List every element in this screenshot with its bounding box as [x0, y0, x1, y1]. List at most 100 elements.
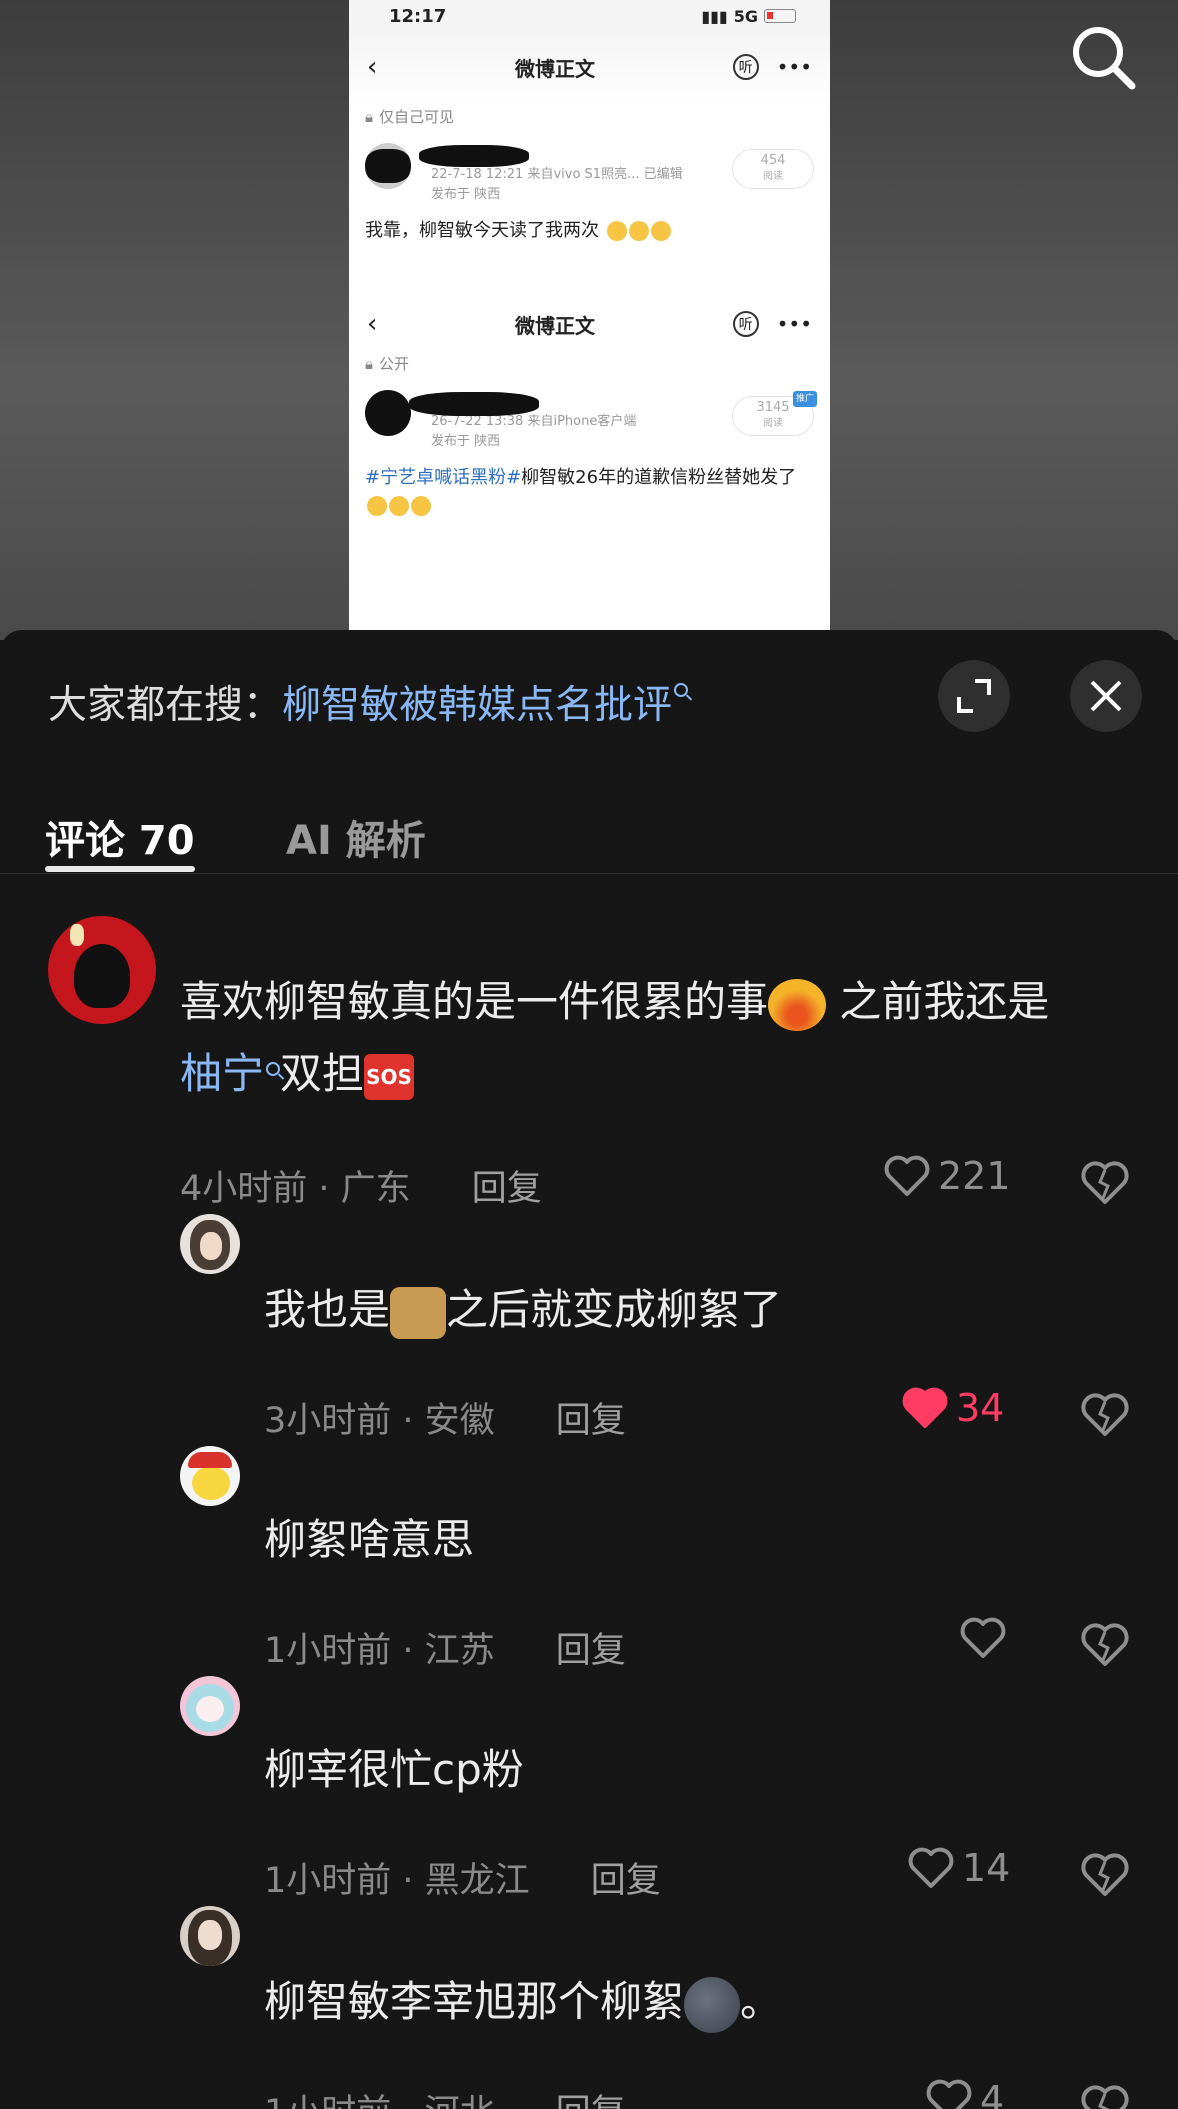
expand-icon [957, 679, 991, 713]
avatar[interactable] [48, 916, 156, 1024]
post-author: 22-7-18 12:21 来自vivo S1照亮... 已编辑 发布于 陕西 … [349, 131, 830, 213]
signal-icon: ▮▮▮ [701, 6, 728, 26]
embedded-screenshot[interactable]: 12:17 ▮▮▮ 5G ‹ 微博正文 听 ••• 🔒︎ 仅自己可见 22-7-… [349, 0, 830, 630]
doge-emoji-icon [390, 1286, 447, 1339]
post-body: 柳智敏26年的道歉信粉丝替她发了 [521, 467, 797, 488]
post-author: 26-7-22 13:38 来自iPhone客户端 发布于 陕西 3145 阅读… [349, 378, 830, 460]
moon-face-emoji-icon [684, 1976, 741, 2033]
comment-time-location: 3小时前 · 安徽 [264, 1401, 495, 1441]
views-label: 阅读 [763, 171, 783, 182]
post-location: 发布于 陕西 [431, 434, 501, 449]
comment-meta: 4小时前 · 广东 回复 [180, 1160, 542, 1211]
avatar[interactable] [365, 390, 411, 436]
like-count: 4 [980, 2078, 1005, 2109]
reply-button[interactable]: 回复 [556, 1631, 626, 1671]
redaction-scribble [409, 392, 539, 416]
avatar[interactable] [180, 1906, 240, 1966]
comment-text-part: 柳絮啥意思 [264, 1515, 475, 1564]
avatar[interactable] [180, 1676, 240, 1736]
post-meta: 22-7-18 12:21 来自vivo S1照亮... 已编辑 发布于 陕西 [431, 165, 683, 205]
dislike-icon[interactable] [1080, 1390, 1130, 1440]
reply-button[interactable]: 回复 [591, 1861, 661, 1901]
comment-text-part: 喜欢柳智敏真的是一件很累的事 [180, 977, 769, 1026]
like-button[interactable]: 221 [884, 1154, 1011, 1198]
listen-icon[interactable]: 听 [732, 54, 759, 80]
comment-time-location: 4小时前 · 广东 [180, 1169, 411, 1209]
listen-icon[interactable]: 听 [732, 311, 759, 337]
promo-badge: 推广 [792, 391, 817, 407]
comment-time-location: 1小时前 · 江苏 [264, 1631, 495, 1671]
expand-button[interactable] [938, 660, 1010, 732]
sos-emoji-icon: SOS [364, 1053, 415, 1100]
dislike-icon[interactable] [1080, 1850, 1130, 1900]
comment-text-part: 之前我还是 [826, 977, 1050, 1026]
trending-keyword-link[interactable]: 柳智敏被韩媒点名批评 [282, 674, 672, 730]
dislike-icon[interactable] [1080, 1158, 1130, 1208]
avatar[interactable] [365, 143, 411, 189]
kiss-emoji-icon [768, 978, 827, 1031]
comment-text: 柳絮啥意思 [264, 1504, 474, 1576]
lock-icon: 🔒︎ [365, 354, 373, 373]
grin-emoji-icon [389, 496, 409, 516]
post-header: ‹ 微博正文 听 ••• [349, 32, 830, 102]
visibility-text: 仅自己可见 [378, 108, 454, 126]
network-label: 5G [733, 6, 758, 26]
tab-comments[interactable]: 评论 70 [45, 808, 195, 866]
more-icon[interactable]: ••• [777, 312, 812, 336]
comment-text-part: 。 [740, 1977, 783, 2026]
tab-ai-analysis[interactable]: AI 解析 [286, 808, 426, 866]
trending-search[interactable]: 大家都在搜： 柳智敏被韩媒点名批评 [48, 674, 689, 730]
comment-meta: 1小时前 · 黑龙江 回复 [264, 1852, 661, 1903]
hashtag-link[interactable]: #宁艺卓喊话黑粉# [365, 467, 521, 488]
grin-emoji-icon [367, 496, 387, 516]
reply-button[interactable]: 回复 [472, 1169, 542, 1209]
trending-prefix: 大家都在搜： [48, 683, 283, 728]
like-button[interactable] [960, 1616, 1014, 1660]
post-time-source: 22-7-18 12:21 来自vivo S1照亮... 已编辑 [431, 167, 683, 182]
comment-text: 柳智敏李宰旭那个柳絮 。 [264, 1966, 782, 2038]
comment-meta: 3小时前 · 安徽 回复 [264, 1392, 626, 1443]
comment-time-location: 1小时前 · 黑龙江 [264, 1861, 530, 1901]
post-title: 微博正文 [515, 56, 595, 81]
post-text: 我靠，柳智敏今天读了我两次 [349, 213, 830, 249]
close-icon [1090, 680, 1122, 712]
post-meta: 26-7-22 13:38 来自iPhone客户端 发布于 陕西 [431, 412, 636, 452]
scream-emoji-icon [628, 221, 649, 241]
heart-icon [960, 1617, 1006, 1658]
comment-meta: 1小时前 · 河北 回复 [264, 2084, 626, 2109]
avatar[interactable] [180, 1214, 240, 1274]
comment-text-part: 柳宰很忙cp粉 [264, 1745, 524, 1794]
close-button[interactable] [1070, 660, 1142, 732]
more-icon[interactable]: ••• [777, 55, 812, 79]
like-button[interactable]: 4 [926, 2078, 1004, 2109]
back-icon[interactable]: ‹ [367, 309, 377, 339]
avatar[interactable] [180, 1446, 240, 1506]
like-count: 221 [938, 1154, 1011, 1198]
search-icon[interactable] [1068, 22, 1138, 92]
battery-icon [764, 9, 796, 23]
visibility-text: 公开 [378, 355, 409, 373]
comment-text: 柳宰很忙cp粉 [264, 1734, 524, 1806]
visibility-label: 🔒︎ 公开 [349, 349, 830, 378]
back-icon[interactable]: ‹ [367, 52, 377, 82]
active-tab-indicator [45, 866, 195, 872]
like-button[interactable]: 34 [902, 1386, 1004, 1430]
views-label: 阅读 [763, 418, 783, 429]
comment-meta: 1小时前 · 江苏 回复 [264, 1622, 626, 1673]
status-bar: 12:17 ▮▮▮ 5G [349, 0, 830, 32]
like-button[interactable]: 14 [908, 1846, 1010, 1890]
comment-time-location: 1小时前 · 河北 [264, 2093, 495, 2109]
heart-icon [908, 1847, 954, 1888]
mention-search-link[interactable]: 柚宁 [180, 1049, 264, 1098]
reply-button[interactable]: 回复 [556, 1401, 626, 1441]
dislike-icon[interactable] [1080, 2082, 1130, 2109]
post-body: 我靠，柳智敏今天读了我两次 [365, 220, 599, 241]
comment-tabs: 评论 70 AI 解析 [0, 808, 1178, 874]
heart-filled-icon [902, 1387, 948, 1428]
comment-text-part: 双担 [280, 1049, 365, 1098]
heart-icon [884, 1155, 930, 1196]
post-text: #宁艺卓喊话黑粉#柳智敏26年的道歉信粉丝替她发了 [349, 460, 830, 524]
comment-text: 喜欢柳智敏真的是一件很累的事 之前我还是 柚宁 双担 SOS [180, 966, 1140, 1110]
dislike-icon[interactable] [1080, 1620, 1130, 1670]
reply-button[interactable]: 回复 [556, 2093, 626, 2109]
